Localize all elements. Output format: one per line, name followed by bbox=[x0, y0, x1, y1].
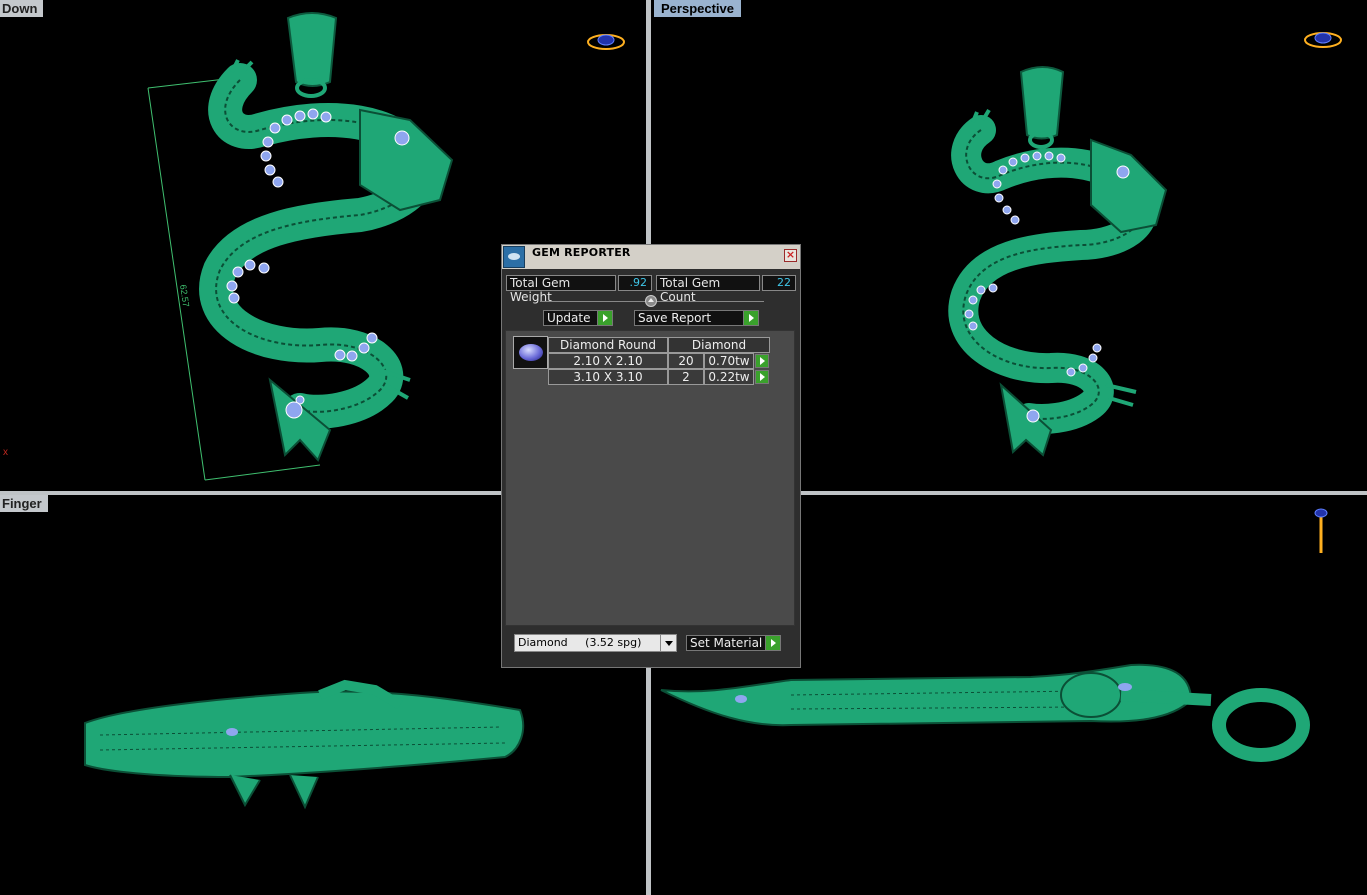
chevron-down-icon[interactable] bbox=[660, 635, 676, 651]
view-cube-icon bbox=[1304, 32, 1342, 48]
gem-row-size: 2.10 X 2.10 bbox=[548, 353, 668, 369]
gem-row-size: 3.10 X 3.10 bbox=[548, 369, 668, 385]
total-gem-weight-label: Total Gem Weight bbox=[506, 275, 616, 304]
gem-reporter-title-bar[interactable]: GEM REPORTER × bbox=[502, 245, 800, 269]
gem-material-header: Diamond bbox=[668, 337, 770, 353]
material-select[interactable]: Diamond (3.52 spg) bbox=[514, 634, 677, 652]
gem-row-weight: 0.22tw bbox=[704, 369, 754, 385]
gem-reporter-title: GEM REPORTER bbox=[532, 246, 631, 259]
close-icon[interactable]: × bbox=[784, 249, 797, 262]
save-report-button-label: Save Report bbox=[638, 311, 712, 325]
gem-row-count: 20 bbox=[668, 353, 704, 369]
viewport-label-down[interactable]: Down bbox=[0, 0, 44, 17]
play-arrow-icon bbox=[597, 311, 612, 325]
viewport-label-perspective[interactable]: Perspective bbox=[654, 0, 741, 17]
material-select-value: Diamond (3.52 spg) bbox=[518, 636, 642, 649]
update-button-label: Update bbox=[547, 311, 591, 325]
set-material-button-label: Set Material bbox=[690, 636, 763, 650]
play-arrow-icon bbox=[743, 311, 758, 325]
gem-list: Diamond Round Diamond 2.10 X 2.10 20 0.7… bbox=[505, 330, 795, 626]
total-gem-count-value: 22 bbox=[762, 275, 796, 291]
dimension-text: 62.57 bbox=[178, 284, 191, 308]
compass-icon bbox=[1314, 508, 1328, 553]
update-button[interactable]: Update bbox=[543, 310, 613, 326]
total-gem-count-label: Total Gem Count bbox=[656, 275, 760, 304]
gem-row-count: 2 bbox=[668, 369, 704, 385]
axis-x-marker: x bbox=[3, 447, 8, 458]
panel-collapse-handle[interactable] bbox=[645, 295, 657, 307]
view-cube-icon bbox=[587, 34, 625, 50]
save-report-button[interactable]: Save Report bbox=[634, 310, 759, 326]
gem-reporter-logo-icon bbox=[503, 246, 525, 268]
gem-reporter-panel: GEM REPORTER × Total Gem Weight .92 Tota… bbox=[501, 244, 801, 668]
play-arrow-icon bbox=[765, 636, 780, 650]
gem-row-weight: 0.70tw bbox=[704, 353, 754, 369]
diamond-round-icon[interactable] bbox=[513, 336, 548, 369]
gem-row-select-button[interactable] bbox=[755, 354, 769, 368]
gem-row-select-button[interactable] bbox=[755, 370, 769, 384]
total-gem-weight-value: .92 bbox=[618, 275, 652, 291]
gem-shape-header: Diamond Round bbox=[548, 337, 668, 353]
set-material-button[interactable]: Set Material bbox=[686, 635, 781, 651]
viewport-label-finger[interactable]: Finger bbox=[0, 495, 48, 512]
